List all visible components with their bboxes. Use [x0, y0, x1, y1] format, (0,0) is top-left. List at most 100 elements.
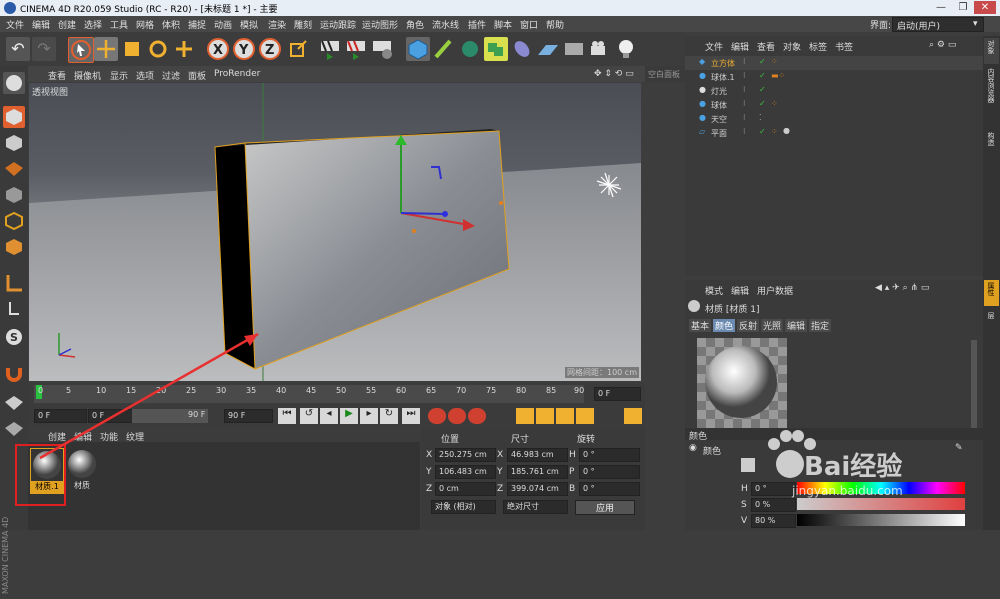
object-row-plane[interactable]: ▱ 平面 ⁝ ✓ ⁘ ●: [685, 126, 983, 140]
visibility-dots[interactable]: ⁝: [743, 85, 746, 94]
empty-panel-tab[interactable]: 空白面板: [645, 66, 685, 82]
menu-script[interactable]: 脚本: [494, 18, 512, 31]
position-x-field[interactable]: 250.275 cm: [435, 448, 496, 462]
value-field[interactable]: 80 %: [751, 514, 796, 528]
camera-icon[interactable]: [588, 37, 612, 61]
array-icon[interactable]: [484, 37, 508, 61]
maximize-button[interactable]: ❐: [952, 1, 974, 14]
size-z-field[interactable]: 399.074 cm: [507, 482, 568, 496]
next-key-icon[interactable]: ↻: [380, 408, 398, 424]
sky-icon[interactable]: [562, 37, 586, 61]
autokey-icon[interactable]: [448, 408, 466, 424]
obj-menu-objects[interactable]: 对象: [783, 40, 801, 53]
object-row-sphere[interactable]: ● 球体 ⁝ ✓ ⁘: [685, 98, 983, 112]
color-swatch[interactable]: [741, 458, 755, 472]
viewport-nav-icons[interactable]: ✥ ⇕ ⟲ ▭: [594, 69, 634, 79]
value-slider[interactable]: [797, 514, 965, 526]
size-y-field[interactable]: 185.761 cm: [507, 465, 568, 479]
menu-window[interactable]: 窗口: [520, 18, 538, 31]
cube-object-icon[interactable]: [406, 37, 430, 61]
pen-spline-icon[interactable]: [432, 37, 456, 61]
keyframe-selection-icon[interactable]: [468, 408, 486, 424]
tab-objects[interactable]: 对象: [984, 38, 999, 64]
attr-tab-editor[interactable]: 编辑: [785, 319, 808, 332]
key-rotation-icon[interactable]: [556, 408, 574, 424]
tab-layers[interactable]: 层: [984, 310, 999, 330]
visibility-dots[interactable]: ⁝: [743, 99, 746, 108]
attr-tab-color[interactable]: 颜色: [713, 319, 736, 332]
light-icon[interactable]: [614, 37, 638, 61]
rotation-h-field[interactable]: 0 °: [579, 448, 640, 462]
tab-attributes[interactable]: 属性: [984, 280, 999, 306]
play-icon[interactable]: ▶: [340, 408, 358, 424]
floor-icon[interactable]: [536, 37, 560, 61]
attr-scrollbar[interactable]: [971, 340, 977, 440]
layout-dropdown[interactable]: 启动(用户) ▾: [892, 17, 984, 32]
object-row-sky[interactable]: ● 天空 ⁝ ⁚: [685, 112, 983, 126]
obj-manager-tools-icons[interactable]: ⌕ ⚙ ▭: [929, 40, 956, 50]
render-settings-icon[interactable]: [370, 37, 394, 61]
obj-menu-edit[interactable]: 编辑: [731, 40, 749, 53]
position-y-field[interactable]: 106.483 cm: [435, 465, 496, 479]
menu-character[interactable]: 角色: [406, 18, 424, 31]
apply-button[interactable]: 应用: [575, 500, 635, 515]
render-view-icon[interactable]: [318, 37, 342, 61]
dot-icon[interactable]: ⁚: [759, 113, 762, 122]
menu-motion-tracker[interactable]: 运动跟踪: [320, 18, 356, 31]
deformer-icon[interactable]: [510, 37, 534, 61]
prev-key-icon[interactable]: ↺: [300, 408, 318, 424]
attr-tab-basic[interactable]: 基本: [689, 319, 712, 332]
key-scale-icon[interactable]: [536, 408, 554, 424]
position-z-field[interactable]: 0 cm: [435, 482, 496, 496]
render-picture-viewer-icon[interactable]: [344, 37, 368, 61]
attr-nav-icons[interactable]: ◀ ▴ ✈ ⌕ ⋔ ▭: [875, 283, 929, 293]
visibility-dots[interactable]: ⁝: [743, 127, 746, 136]
object-row-sphere1[interactable]: ● 球体.1 ⁝ ✓ ▬⁘: [685, 70, 983, 84]
visibility-dots[interactable]: ⁝: [743, 57, 746, 66]
menu-pipeline[interactable]: 流水线: [432, 18, 459, 31]
coord-mode-dropdown[interactable]: 对象 (相对): [431, 500, 496, 514]
material-tag-icon[interactable]: ●: [783, 126, 790, 135]
attr-tab-assign[interactable]: 指定: [809, 319, 832, 332]
record-icon[interactable]: [428, 408, 446, 424]
timeline-end-field[interactable]: 0 F: [594, 387, 641, 401]
size-x-field[interactable]: 46.983 cm: [507, 448, 568, 462]
attr-menu-edit[interactable]: 编辑: [731, 284, 749, 297]
menu-mograph[interactable]: 运动图形: [362, 18, 398, 31]
obj-menu-bookmarks[interactable]: 书签: [835, 40, 853, 53]
object-row-cube[interactable]: ◆ 立方体 ⁝ ✓ ⁘: [685, 56, 983, 70]
next-frame-icon[interactable]: ▸: [360, 408, 378, 424]
key-position-icon[interactable]: [516, 408, 534, 424]
check-icon[interactable]: ✓: [759, 85, 766, 94]
radio-icon[interactable]: ◉: [689, 443, 697, 453]
obj-menu-file[interactable]: 文件: [705, 40, 723, 53]
subdivision-icon[interactable]: [458, 37, 482, 61]
obj-menu-view[interactable]: 查看: [757, 40, 775, 53]
tab-structure[interactable]: 构造: [984, 130, 999, 156]
menu-help[interactable]: 帮助: [546, 18, 564, 31]
tab-content-browser[interactable]: 内容浏览器: [984, 66, 999, 126]
coord-axis-label: X: [497, 450, 504, 460]
timeline-window-icon[interactable]: [624, 408, 642, 424]
menu-plugins[interactable]: 插件: [468, 18, 486, 31]
obj-menu-tags[interactable]: 标签: [809, 40, 827, 53]
check-icon[interactable]: ✓: [759, 71, 766, 80]
prev-frame-icon[interactable]: ◂: [320, 408, 338, 424]
attr-menu-userdata[interactable]: 用户数据: [757, 284, 793, 297]
visibility-dots[interactable]: ⁝: [743, 113, 746, 122]
check-icon[interactable]: ✓: [759, 99, 766, 108]
check-icon[interactable]: ✓: [759, 57, 766, 66]
check-icon[interactable]: ✓: [759, 127, 766, 136]
object-row-light[interactable]: ● 灯光 ⁝ ✓: [685, 84, 983, 98]
minimize-button[interactable]: —: [930, 1, 952, 14]
size-mode-dropdown[interactable]: 绝对尺寸: [503, 500, 568, 514]
attr-menu-mode[interactable]: 模式: [705, 284, 723, 297]
rotation-p-field[interactable]: 0 °: [579, 465, 640, 479]
attr-tab-reflect[interactable]: 反射: [737, 319, 760, 332]
visibility-dots[interactable]: ⁝: [743, 71, 746, 80]
rotation-b-field[interactable]: 0 °: [579, 482, 640, 496]
attr-tab-illumination[interactable]: 光照: [761, 319, 784, 332]
goto-end-icon[interactable]: ⏭: [402, 408, 420, 424]
close-button[interactable]: ✕: [974, 1, 996, 14]
key-parameter-icon[interactable]: [576, 408, 594, 424]
